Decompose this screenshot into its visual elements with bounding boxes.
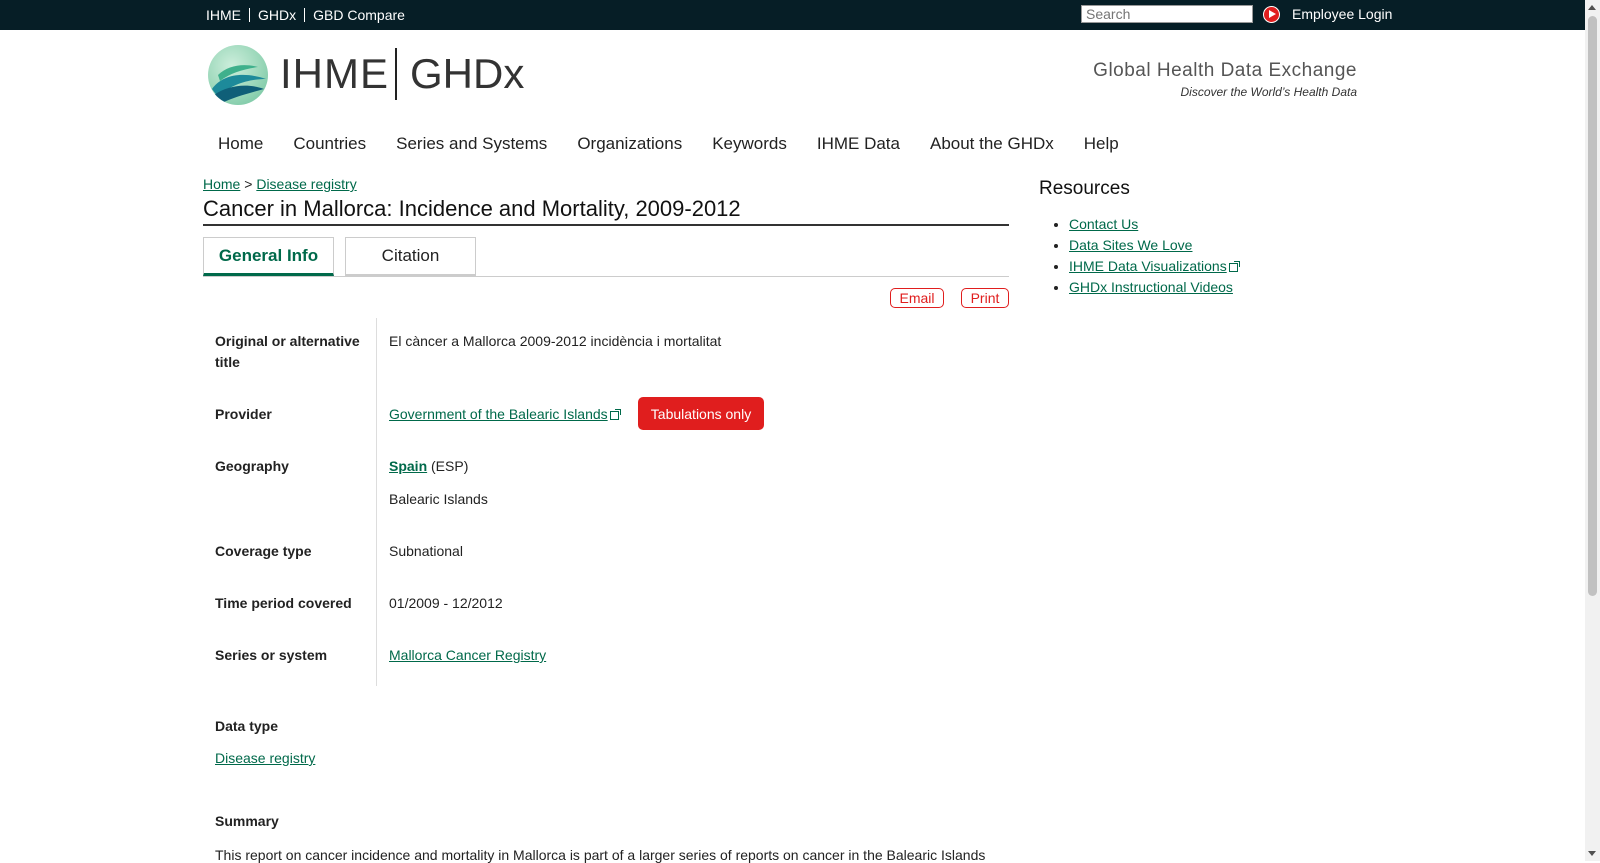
site-tagline: Global Health Data Exchange bbox=[1093, 60, 1357, 81]
nav-ihme-data[interactable]: IHME Data bbox=[802, 130, 915, 158]
brand-divider bbox=[395, 48, 397, 100]
breadcrumb: Home > Disease registry bbox=[203, 176, 357, 192]
nav-home[interactable]: Home bbox=[203, 130, 278, 158]
geography-region: Balearic Islands bbox=[389, 491, 488, 507]
resource-videos-link[interactable]: GHDx Instructional Videos bbox=[1069, 279, 1233, 295]
resource-data-sites-link[interactable]: Data Sites We Love bbox=[1069, 237, 1192, 253]
coverage-type-value: Subnational bbox=[389, 543, 463, 559]
breadcrumb-home-link[interactable]: Home bbox=[203, 176, 240, 192]
breadcrumb-separator: > bbox=[244, 176, 253, 192]
tabs-divider bbox=[203, 276, 1009, 277]
nav-series-and-systems[interactable]: Series and Systems bbox=[381, 130, 562, 158]
top-link-ihme[interactable]: IHME bbox=[203, 8, 249, 22]
search-input[interactable] bbox=[1081, 5, 1253, 23]
brand-ghdx-text[interactable]: GHDx bbox=[410, 50, 524, 98]
nav-about-ghdx[interactable]: About the GHDx bbox=[915, 130, 1069, 158]
main-navigation: Home Countries Series and Systems Organi… bbox=[203, 130, 1134, 158]
tab-citation[interactable]: Citation bbox=[345, 237, 476, 276]
resource-contact-us-link[interactable]: Contact Us bbox=[1069, 216, 1138, 232]
resource-item: Data Sites We Love bbox=[1069, 235, 1238, 256]
scroll-thumb[interactable] bbox=[1588, 16, 1597, 596]
page-title: Cancer in Mallorca: Incidence and Mortal… bbox=[203, 196, 741, 221]
data-type-label: Data type bbox=[215, 718, 279, 734]
resources-list: Contact Us Data Sites We Love IHME Data … bbox=[1039, 214, 1240, 298]
geography-country-link[interactable]: Spain bbox=[389, 458, 427, 474]
time-period-label: Time period covered bbox=[215, 595, 352, 611]
provider-label: Provider bbox=[215, 406, 272, 422]
geography-label: Geography bbox=[215, 458, 289, 474]
employee-login-link[interactable]: Employee Login bbox=[1292, 6, 1392, 22]
series-system-value: Mallorca Cancer Registry bbox=[389, 645, 546, 666]
resources-title: Resources bbox=[1039, 178, 1130, 199]
summary-label: Summary bbox=[215, 813, 279, 829]
resource-item: IHME Data Visualizations bbox=[1069, 256, 1240, 277]
nav-keywords[interactable]: Keywords bbox=[697, 130, 802, 158]
nav-countries[interactable]: Countries bbox=[278, 130, 381, 158]
nav-help[interactable]: Help bbox=[1069, 130, 1134, 158]
data-type-value: Disease registry bbox=[215, 748, 365, 769]
print-button[interactable]: Print bbox=[961, 288, 1009, 308]
external-link-icon bbox=[609, 409, 621, 420]
alt-title-label: Original or alternative title bbox=[215, 333, 360, 370]
site-subtagline: Discover the World’s Health Data bbox=[1180, 85, 1357, 99]
brand-ihme-text[interactable]: IHME bbox=[280, 50, 389, 98]
breadcrumb-disease-registry-link[interactable]: Disease registry bbox=[256, 176, 356, 192]
top-utility-bar: IHME GHDx GBD Compare Employee Login bbox=[0, 0, 1585, 30]
ihme-logo-icon[interactable] bbox=[208, 45, 268, 105]
geography-value: Spain (ESP) bbox=[389, 456, 468, 477]
external-link-icon bbox=[1228, 261, 1240, 272]
geography-country-code: (ESP) bbox=[431, 458, 469, 474]
top-link-ghdx[interactable]: GHDx bbox=[249, 8, 304, 22]
scroll-up-arrow-icon[interactable] bbox=[1588, 5, 1596, 10]
resource-item: GHDx Instructional Videos bbox=[1069, 277, 1238, 298]
tab-general-info[interactable]: General Info bbox=[203, 237, 334, 276]
info-column-divider bbox=[376, 318, 377, 686]
tabulations-only-badge[interactable]: Tabulations only bbox=[638, 397, 764, 430]
email-button[interactable]: Email bbox=[890, 288, 944, 308]
top-links: IHME GHDx GBD Compare bbox=[203, 0, 413, 30]
page-scrollbar[interactable] bbox=[1585, 0, 1600, 861]
top-link-gbd-compare[interactable]: GBD Compare bbox=[304, 8, 413, 22]
series-system-link[interactable]: Mallorca Cancer Registry bbox=[389, 647, 546, 663]
scroll-down-arrow-icon[interactable] bbox=[1588, 851, 1596, 856]
data-type-link[interactable]: Disease registry bbox=[215, 750, 315, 766]
nav-organizations[interactable]: Organizations bbox=[562, 130, 697, 158]
time-period-value: 01/2009 - 12/2012 bbox=[389, 595, 503, 611]
alt-title-value: El càncer a Mallorca 2009-2012 incidènci… bbox=[389, 333, 722, 349]
resource-item: Contact Us bbox=[1069, 214, 1238, 235]
provider-link[interactable]: Government of the Balearic Islands bbox=[389, 406, 608, 422]
title-divider bbox=[203, 224, 1009, 226]
provider-value: Government of the Balearic Islands bbox=[389, 404, 621, 425]
coverage-type-label: Coverage type bbox=[215, 543, 312, 559]
series-system-label: Series or system bbox=[215, 647, 328, 663]
resource-ihme-viz-link[interactable]: IHME Data Visualizations bbox=[1069, 258, 1227, 274]
search-submit-icon[interactable] bbox=[1263, 6, 1280, 23]
